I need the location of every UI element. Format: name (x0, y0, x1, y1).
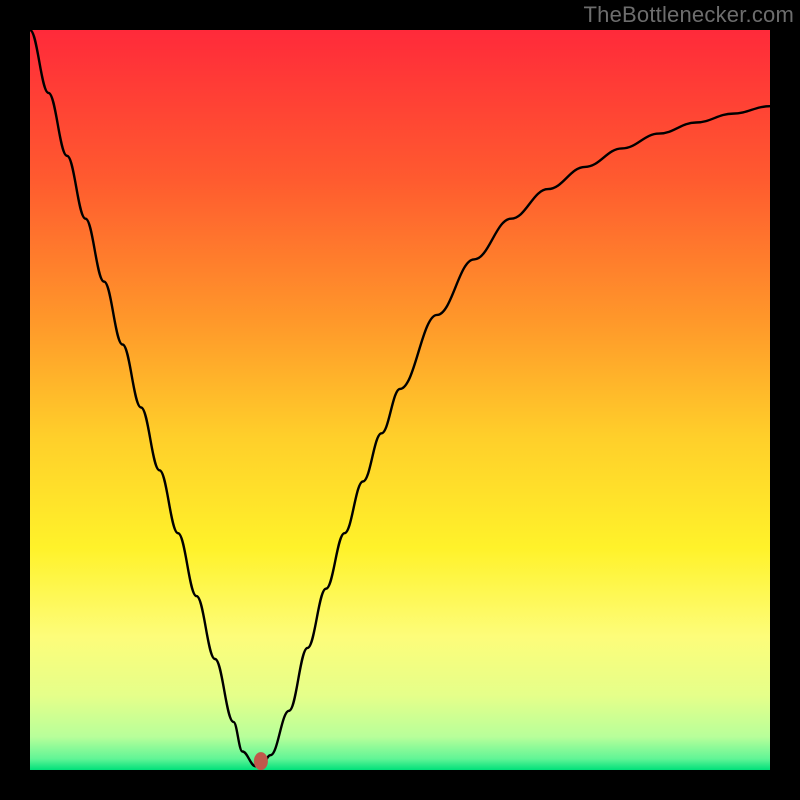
chart-frame: TheBottleneсker.com (0, 0, 800, 800)
watermark-text: TheBottleneсker.com (584, 2, 794, 28)
minimum-marker (254, 752, 268, 770)
plot-area (30, 30, 770, 770)
gradient-background (30, 30, 770, 770)
bottleneck-chart (30, 30, 770, 770)
